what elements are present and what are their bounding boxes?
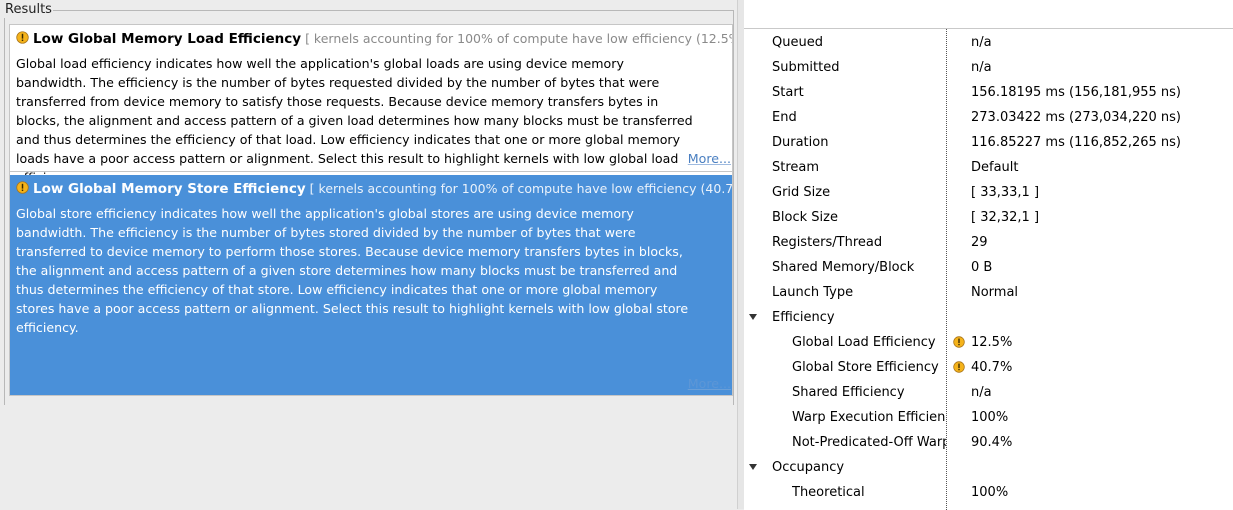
property-value: [ 33,33,1 ] [971,185,1040,200]
property-name: Shared Efficiency [792,385,905,400]
property-name: Block Size [772,210,838,225]
property-row-end[interactable]: End 273.03422 ms (273,034,220 ns) [744,105,1233,130]
properties-table: Queued n/a Submitted n/a Start 156.18195… [744,28,1233,510]
property-row-stream[interactable]: Stream Default [744,155,1233,180]
property-name: Queued [772,35,823,50]
panel-splitter[interactable] [737,0,744,509]
more-link[interactable]: More... [688,376,731,392]
warning-icon [16,31,29,44]
property-name: Grid Size [772,185,831,200]
property-row-theoretical[interactable]: Theoretical 100% [744,480,1233,505]
property-row-block-size[interactable]: Block Size [ 32,32,1 ] [744,205,1233,230]
result-item-store-efficiency[interactable]: Low Global Memory Store Efficiency[ kern… [10,175,733,395]
result-summary: [ kernels accounting for 100% of compute… [305,31,732,46]
property-value: 273.03422 ms (273,034,220 ns) [971,110,1181,125]
property-value: 116.85227 ms (116,852,265 ns) [971,135,1181,150]
property-row-queued[interactable]: Queued n/a [744,30,1233,55]
result-header: Low Global Memory Store Efficiency[ kern… [16,180,733,199]
property-name: Start [772,85,804,100]
property-value: 156.18195 ms (156,181,955 ns) [971,85,1181,100]
property-row-start[interactable]: Start 156.18195 ms (156,181,955 ns) [744,80,1233,105]
properties-toolbar-area [744,0,1233,28]
property-name: Stream [772,160,820,175]
property-row-grid-size[interactable]: Grid Size [ 33,33,1 ] [744,180,1233,205]
property-row-shared-efficiency[interactable]: Shared Efficiency n/a [744,380,1233,405]
property-value: 90.4% [971,435,1013,450]
property-row-global-load-efficiency[interactable]: Global Load Efficiency 12.5% [744,330,1233,355]
property-name: Theoretical [792,485,865,500]
property-row-launch-type[interactable]: Launch Type Normal [744,280,1233,305]
property-value: 100% [971,485,1009,500]
property-value: 40.7% [971,360,1013,375]
warning-icon [953,336,965,348]
results-legend: Results [4,2,53,18]
property-name: Duration [772,135,829,150]
property-name: Shared Memory/Block [772,260,915,275]
property-value: Default [971,160,1019,175]
more-link[interactable]: More... [688,151,731,167]
property-value: Normal [971,285,1019,300]
property-value: 100% [971,410,1009,425]
expand-chevron-icon[interactable] [749,464,757,470]
property-name: Global Store Efficiency [792,360,939,375]
expand-chevron-icon[interactable] [749,314,757,320]
property-value: [ 32,32,1 ] [971,210,1040,225]
property-group-efficiency[interactable]: Efficiency [744,305,1233,330]
property-value: 12.5% [971,335,1013,350]
result-description: Global store efficiency indicates how we… [16,206,689,335]
results-list[interactable]: Low Global Memory Load Efficiency[ kerne… [9,24,733,396]
warning-icon [953,361,965,373]
property-name: Submitted [772,60,840,75]
warning-icon [16,181,29,194]
property-row-shared-memory-block[interactable]: Shared Memory/Block 0 B [744,255,1233,280]
group-label: Efficiency [772,310,835,325]
property-value: n/a [971,385,992,400]
result-header: Low Global Memory Load Efficiency[ kerne… [16,30,732,49]
results-panel: Results Low Global Memory Load Efficienc… [0,0,737,509]
property-value: n/a [971,35,992,50]
property-value: n/a [971,60,992,75]
property-name: Warp Execution Efficiency [792,410,946,425]
property-value: 29 [971,235,988,250]
property-name: Global Load Efficiency [792,335,936,350]
property-name: Registers/Thread [772,235,883,250]
property-row-warp-execution-efficiency[interactable]: Warp Execution Efficiency 100% [744,405,1233,430]
property-name: Not-Predicated-Off Warp [792,435,946,450]
property-row-submitted[interactable]: Submitted n/a [744,55,1233,80]
property-row-registers-thread[interactable]: Registers/Thread 29 [744,230,1233,255]
property-value: 0 B [971,260,993,275]
result-title: Low Global Memory Load Efficiency [33,31,302,47]
result-title: Low Global Memory Store Efficiency [33,181,306,197]
result-summary: [ kernels accounting for 100% of compute… [309,181,733,196]
group-label: Occupancy [772,460,845,475]
property-name: End [772,110,797,125]
property-row-global-store-efficiency[interactable]: Global Store Efficiency 40.7% [744,355,1233,380]
property-row-not-predicated-off-warp[interactable]: Not-Predicated-Off Warp 90.4% [744,430,1233,455]
result-description: Global load efficiency indicates how wel… [16,56,693,185]
property-name: Launch Type [772,285,854,300]
property-row-duration[interactable]: Duration 116.85227 ms (116,852,265 ns) [744,130,1233,155]
property-group-occupancy[interactable]: Occupancy [744,455,1233,480]
result-item-load-efficiency[interactable]: Low Global Memory Load Efficiency[ kerne… [10,25,732,185]
